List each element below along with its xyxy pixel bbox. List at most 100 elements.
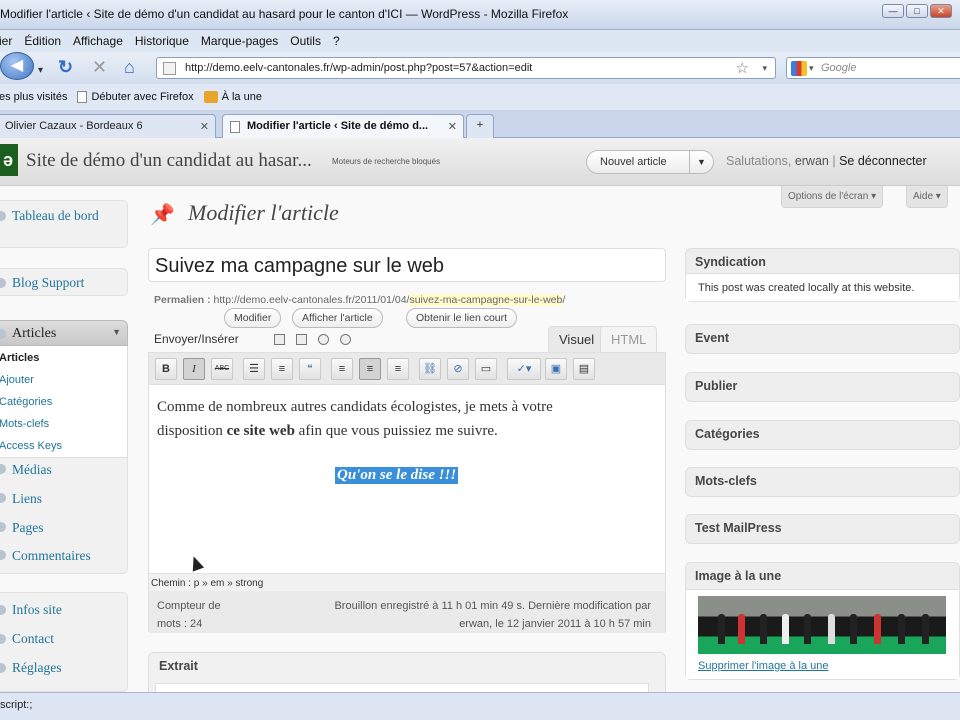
new-post-label: Nouvel article bbox=[600, 156, 667, 168]
history-dropdown-icon[interactable]: ▾ bbox=[38, 62, 43, 80]
reload-icon[interactable]: ↻ bbox=[58, 58, 73, 76]
bold-button[interactable]: B bbox=[155, 358, 177, 380]
featured-image-heading[interactable]: Image à la une bbox=[695, 569, 781, 583]
submenu-tags[interactable]: Mots-clefs bbox=[0, 418, 49, 430]
minimize-icon[interactable]: — bbox=[882, 4, 904, 18]
stop-icon[interactable]: ✕ bbox=[92, 58, 107, 76]
bookmark-headlines[interactable]: À la une bbox=[222, 91, 262, 103]
chevron-down-icon[interactable]: ▼ bbox=[112, 327, 121, 337]
event-heading[interactable]: Event bbox=[695, 331, 729, 345]
tab-visual[interactable]: Visuel bbox=[548, 326, 606, 352]
bullet-list-button[interactable]: ☰ bbox=[243, 358, 265, 380]
kitchen-sink-button[interactable]: ▤ bbox=[573, 358, 595, 380]
bookmark-most-visited[interactable]: es plus visités bbox=[0, 91, 67, 103]
blockquote-button[interactable]: “ bbox=[299, 358, 321, 380]
bookmark-getting-started[interactable]: Débuter avec Firefox bbox=[91, 91, 193, 103]
italic-button[interactable]: I bbox=[183, 358, 205, 380]
tab-close-icon[interactable]: ✕ bbox=[200, 120, 209, 133]
help-button[interactable]: Aide ▾ bbox=[906, 186, 948, 208]
google-icon[interactable] bbox=[791, 61, 807, 76]
permalink-slug[interactable]: suivez-ma-campagne-sur-le-web bbox=[409, 294, 563, 306]
submenu-categories[interactable]: Catégories bbox=[0, 396, 52, 408]
sidebar-item-dashboard[interactable]: Tableau de bord bbox=[12, 207, 102, 225]
menu-file[interactable]: ier bbox=[0, 34, 12, 48]
menu-help[interactable]: ? bbox=[333, 34, 340, 48]
sidebar-item-media[interactable]: Médias bbox=[12, 462, 52, 478]
submenu-add[interactable]: Ajouter bbox=[0, 374, 34, 386]
align-right-button[interactable]: ≡ bbox=[387, 358, 409, 380]
sidebar-item-pages[interactable]: Pages bbox=[12, 520, 44, 536]
publish-heading[interactable]: Publier bbox=[695, 379, 737, 393]
search-engines-blocked[interactable]: Moteurs de recherche bloqués bbox=[332, 157, 440, 166]
menu-history[interactable]: Historique bbox=[135, 34, 189, 48]
screen-options-button[interactable]: Options de l'écran ▾ bbox=[781, 186, 884, 208]
tab-html[interactable]: HTML bbox=[600, 326, 658, 352]
categories-heading[interactable]: Catégories bbox=[695, 427, 760, 441]
post-editor[interactable]: B I ABC ☰ ≡ “ ≡ ≡ ≡ ⛓ ⊘ ▭ ✓▾ ▣ ▤ Comme d… bbox=[148, 352, 666, 633]
sidebar-item-site-info[interactable]: Infos site bbox=[12, 602, 62, 618]
sidebar-item-articles[interactable]: Articles ▼ bbox=[0, 320, 128, 346]
featured-image[interactable] bbox=[698, 596, 946, 654]
remove-featured-image-link[interactable]: Supprimer l'image à la une bbox=[698, 660, 829, 672]
menu-view[interactable]: Affichage bbox=[73, 34, 123, 48]
tab-close-icon[interactable]: ✕ bbox=[448, 120, 457, 133]
fullscreen-button[interactable]: ▣ bbox=[545, 358, 567, 380]
get-shortlink-button[interactable]: Obtenir le lien court bbox=[406, 308, 518, 328]
comments-icon bbox=[0, 550, 6, 560]
post-title-input[interactable]: Suivez ma campagne sur le web bbox=[148, 248, 666, 282]
chevron-down-icon[interactable]: ▼ bbox=[689, 151, 713, 173]
tab-modifier-article[interactable]: Modifier l'article ‹ Site de démo d... ✕ bbox=[222, 114, 464, 138]
saved-line-2: erwan, le 12 janvier 2011 à 10 h 57 min bbox=[459, 618, 651, 630]
sidebar-item-links[interactable]: Liens bbox=[12, 491, 42, 507]
align-left-button[interactable]: ≡ bbox=[331, 358, 353, 380]
add-video-icon[interactable] bbox=[296, 334, 307, 345]
bookmark-star-icon[interactable]: ☆ bbox=[736, 59, 749, 77]
featured-image-body: Supprimer l'image à la une bbox=[686, 589, 959, 679]
editor-content[interactable]: Comme de nombreux autres candidats écolo… bbox=[157, 395, 637, 443]
insert-link-button[interactable]: ⛓ bbox=[419, 358, 441, 380]
close-icon[interactable]: ✕ bbox=[930, 4, 952, 18]
url-dropdown-icon[interactable]: ▾ bbox=[762, 63, 767, 74]
unlink-button[interactable]: ⊘ bbox=[447, 358, 469, 380]
sidebar-item-contact[interactable]: Contact bbox=[12, 631, 54, 647]
menu-tools[interactable]: Outils bbox=[290, 34, 321, 48]
view-post-button[interactable]: Afficher l'article bbox=[292, 308, 383, 328]
selected-text[interactable]: Qu'on se le dise !!! bbox=[335, 467, 459, 484]
sidebar-item-settings[interactable]: Réglages bbox=[12, 660, 62, 676]
logout-link[interactable]: Se déconnecter bbox=[839, 154, 927, 168]
home-icon[interactable]: ⌂ bbox=[124, 58, 135, 76]
spellcheck-button[interactable]: ✓▾ bbox=[507, 358, 541, 380]
align-center-button[interactable]: ≡ bbox=[359, 358, 381, 380]
site-logo-icon[interactable]: ǝ bbox=[0, 144, 18, 176]
maximize-icon[interactable]: □ bbox=[906, 4, 928, 18]
submenu-access-keys[interactable]: Access Keys bbox=[0, 440, 62, 452]
username-link[interactable]: erwan bbox=[795, 154, 829, 168]
dashboard-icon bbox=[0, 211, 6, 221]
numbered-list-button[interactable]: ≡ bbox=[271, 358, 293, 380]
add-image-icon[interactable] bbox=[274, 334, 285, 345]
sidebar-item-comments[interactable]: Commentaires bbox=[12, 548, 91, 564]
site-title[interactable]: Site de démo d'un candidat au hasar... bbox=[26, 150, 312, 172]
new-tab-button[interactable]: + bbox=[466, 114, 494, 138]
submenu-articles[interactable]: Articles bbox=[0, 352, 39, 364]
menu-bookmarks[interactable]: Marque-pages bbox=[201, 34, 278, 48]
address-bar[interactable]: http://demo.eelv-cantonales.fr/wp-admin/… bbox=[156, 57, 776, 79]
add-media-icon[interactable] bbox=[340, 334, 351, 345]
modify-permalink-button[interactable]: Modifier bbox=[224, 308, 282, 328]
strikethrough-button[interactable]: ABC bbox=[211, 358, 233, 380]
sidebar-item-blog-support[interactable]: Blog Support bbox=[12, 275, 84, 291]
search-box[interactable]: ▾ Google bbox=[786, 57, 960, 79]
navigation-toolbar: ◀ ▾ ↻ ✕ ⌂ http://demo.eelv-cantonales.fr… bbox=[0, 52, 960, 84]
tab-olivier-cazaux[interactable]: Olivier Cazaux - Bordeaux 6 ✕ bbox=[0, 114, 216, 138]
excerpt-heading[interactable]: Extrait bbox=[159, 659, 198, 673]
search-engine-dropdown-icon[interactable]: ▾ bbox=[809, 63, 814, 74]
back-button[interactable]: ◀ bbox=[0, 52, 34, 80]
tags-heading[interactable]: Mots-clefs bbox=[695, 474, 757, 488]
new-post-button[interactable]: Nouvel article ▼ bbox=[586, 150, 714, 174]
syndication-heading[interactable]: Syndication bbox=[695, 255, 766, 269]
menu-edit[interactable]: Édition bbox=[24, 34, 61, 48]
mailpress-heading[interactable]: Test MailPress bbox=[695, 521, 782, 535]
tab-bar: Olivier Cazaux - Bordeaux 6 ✕ Modifier l… bbox=[0, 110, 960, 138]
insert-more-button[interactable]: ▭ bbox=[475, 358, 497, 380]
add-audio-icon[interactable] bbox=[318, 334, 329, 345]
